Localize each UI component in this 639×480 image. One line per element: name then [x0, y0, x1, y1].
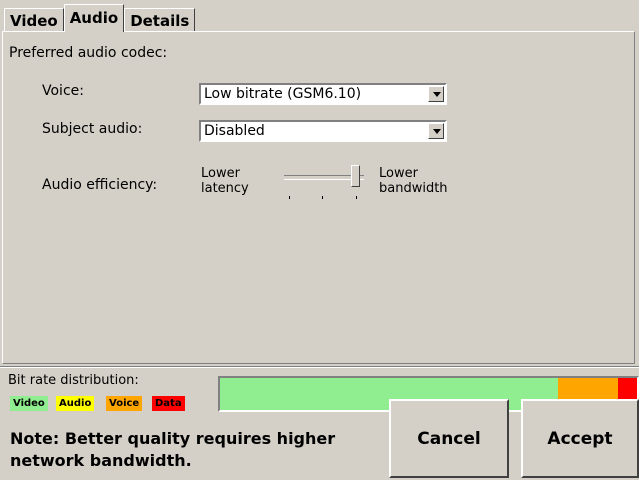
audio-panel — [2, 31, 635, 364]
voice-select[interactable]: Low bitrate (GSM6.10) — [199, 83, 447, 105]
bandwidth-note: Note: Better quality requires higher net… — [10, 429, 336, 470]
lower-latency-label: Lower latency — [201, 166, 249, 196]
subject-audio-select[interactable]: Disabled — [199, 120, 447, 142]
subject-audio-select-value: Disabled — [204, 123, 265, 139]
chevron-down-icon[interactable] — [428, 86, 444, 102]
voice-label: Voice: — [42, 83, 84, 99]
efficiency-slider-thumb[interactable] — [351, 165, 360, 187]
tab-video[interactable]: Video — [4, 8, 64, 32]
tab-audio[interactable]: Audio — [63, 4, 125, 32]
chevron-down-icon[interactable] — [428, 123, 444, 139]
bitrate-label: Bit rate distribution: — [8, 373, 139, 388]
legend-data: Data — [152, 396, 185, 411]
settings-window: Video Audio Details Preferred audio code… — [0, 0, 639, 480]
divider — [0, 366, 639, 368]
slider-tick — [322, 196, 323, 199]
accept-button[interactable]: Accept — [521, 399, 639, 478]
lower-bandwidth-label: Lower bandwidth — [379, 166, 448, 196]
slider-tick — [356, 196, 357, 199]
legend-audio: Audio — [56, 396, 95, 411]
preferred-codec-label: Preferred audio codec: — [9, 45, 168, 61]
voice-select-value: Low bitrate (GSM6.10) — [204, 86, 362, 102]
cancel-button[interactable]: Cancel — [389, 399, 509, 478]
legend-video: Video — [10, 396, 48, 411]
audio-efficiency-label: Audio efficiency: — [42, 177, 158, 193]
legend-voice: Voice — [106, 396, 143, 411]
subject-audio-label: Subject audio: — [42, 121, 143, 137]
slider-tick — [289, 196, 290, 199]
tab-bar: Video Audio Details — [4, 4, 196, 32]
tab-details[interactable]: Details — [124, 8, 196, 32]
